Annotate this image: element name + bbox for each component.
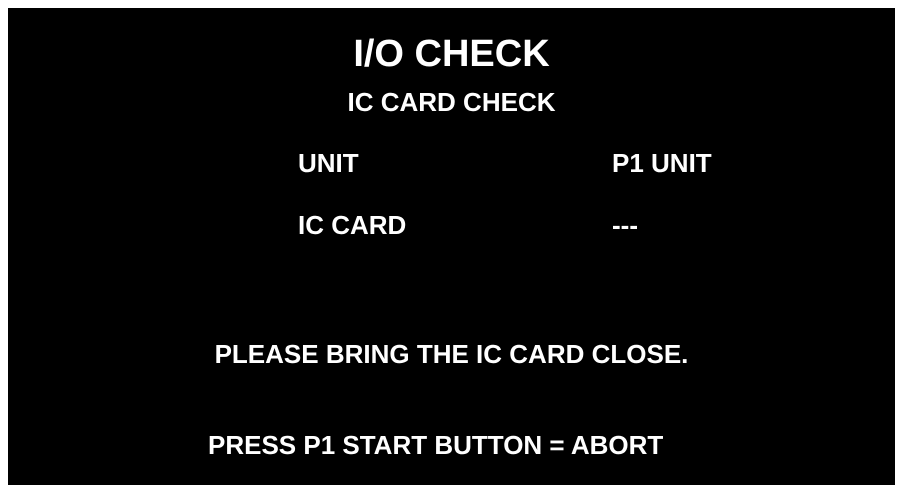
unit-value: P1 UNIT	[612, 148, 712, 178]
ic-card-status: ---	[612, 210, 638, 240]
unit-label: UNIT	[298, 148, 359, 178]
ic-card-label: IC CARD	[298, 210, 407, 240]
abort-hint: PRESS P1 START BUTTON = ABORT	[208, 430, 664, 460]
page-title: I/O CHECK	[353, 33, 550, 75]
test-menu-screen: I/O CHECK IC CARD CHECK UNIT P1 UNIT IC …	[8, 8, 895, 485]
instruction-message: PLEASE BRING THE IC CARD CLOSE.	[214, 339, 689, 369]
page-subtitle: IC CARD CHECK	[347, 87, 556, 117]
